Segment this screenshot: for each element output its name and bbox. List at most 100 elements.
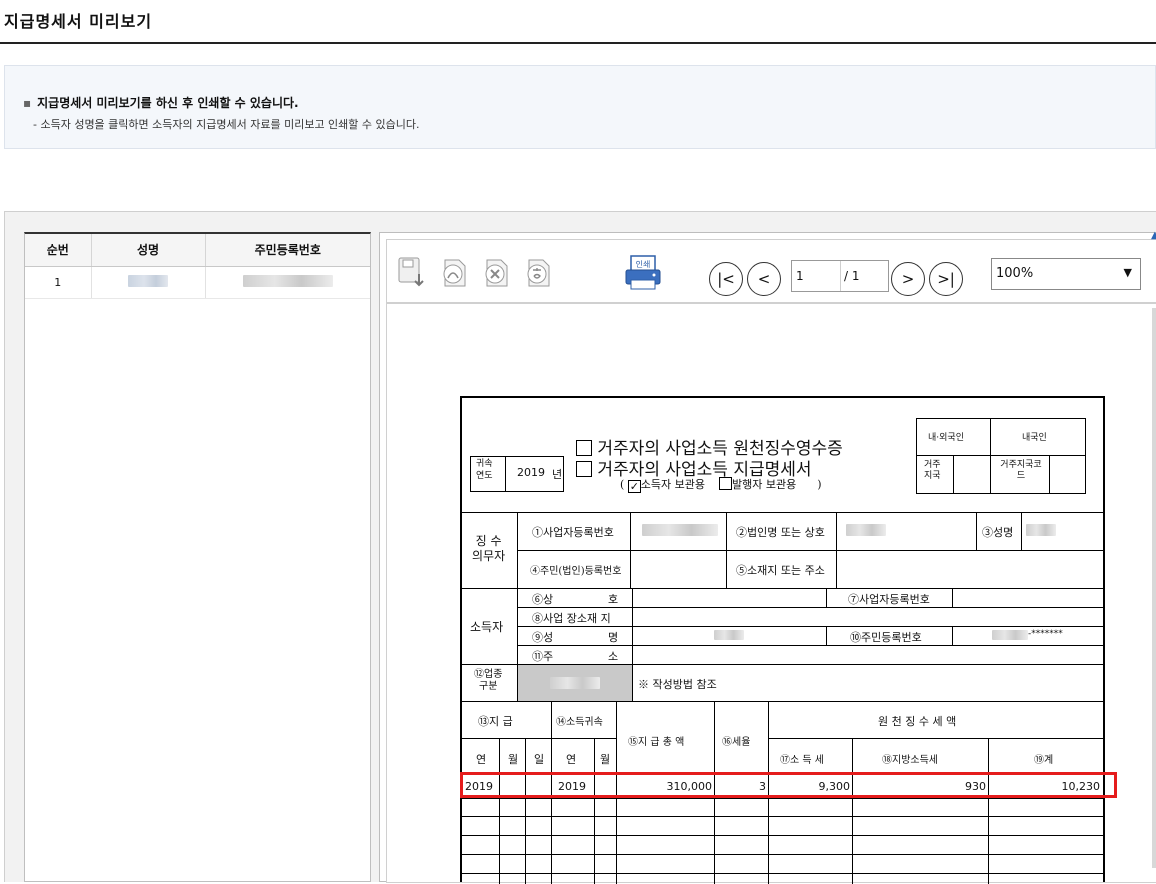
label-pay-date: ⑬지 급 [478, 715, 513, 728]
label-corp-name: ②법인명 또는 상호 [736, 526, 825, 539]
label-income-tax: ⑰소 득 세 [780, 755, 824, 766]
rule [462, 854, 1103, 855]
rule [462, 798, 1103, 799]
cell-no: 1 [25, 266, 92, 299]
vertical-scrollbar[interactable] [1152, 308, 1156, 868]
label-earner-address-a: ⑪주 [532, 650, 554, 663]
label-corp-reg-no: ④주민(법인)등록번호 [530, 566, 622, 577]
payer-group-label: 징 수 의무자 [472, 534, 506, 563]
next-page-button[interactable]: > [891, 262, 925, 296]
rule [517, 512, 518, 588]
label-attr-year: 연 [566, 753, 577, 766]
chevron-down-icon: ▼ [1123, 266, 1132, 279]
rule [726, 512, 727, 588]
biz-type-note: ※ 작성방법 참조 [638, 678, 717, 691]
rule [836, 512, 837, 588]
rule [952, 626, 953, 645]
label-sum: ⑲계 [1034, 755, 1054, 766]
cell-rrn [205, 266, 370, 299]
label-local-tax: ⑱지방소득세 [882, 755, 938, 766]
next-page-label: > [901, 270, 915, 288]
rule [1049, 455, 1050, 494]
masked-earner-name [714, 630, 744, 640]
rule [517, 645, 1103, 646]
zoom-select[interactable]: 100% ▼ [991, 258, 1141, 290]
copy-income-label: 소득자 보관용 [640, 478, 706, 491]
rule [916, 455, 1086, 456]
masked-payer-name [1026, 524, 1056, 536]
label-biz-reg-no: ①사업자등록번호 [532, 526, 614, 539]
label-pay-total: ⑮지 급 총 액 [628, 737, 685, 748]
rule [768, 738, 1103, 739]
year-unit: 년 [552, 468, 563, 481]
rule [988, 738, 989, 884]
rule [1021, 512, 1022, 550]
copy-close: ) [817, 478, 822, 491]
rule [953, 455, 954, 494]
rule [462, 873, 1103, 874]
residence-label: 거주 지국 [924, 460, 941, 481]
page-input[interactable]: 1 / 1 [791, 260, 889, 292]
hwp-icon[interactable] [523, 256, 553, 290]
rule [517, 550, 1103, 551]
first-page-label: |< [717, 270, 735, 288]
save-icon[interactable] [397, 256, 427, 290]
rule [462, 588, 1103, 589]
checkbox-income-copy[interactable]: ✓ [627, 480, 641, 493]
label-pay-day: 일 [534, 753, 545, 766]
earner-table: 순번 성명 주민등록번호 1 [25, 234, 370, 299]
label-earner-address-b: 소 [608, 650, 619, 663]
rule [952, 588, 953, 607]
notice-box: ▪ 지급명세서 미리보기를 하신 후 인쇄할 수 있습니다. - 소득자 성명을 … [4, 65, 1156, 149]
cell-name-link[interactable] [91, 266, 206, 299]
checkbox-receipt[interactable] [576, 440, 592, 456]
rule [990, 418, 991, 494]
rule [852, 738, 853, 884]
rule [632, 664, 633, 701]
notice-sub-text: - 소득자 성명을 클릭하면 소득자의 지급명세서 자료를 미리보고 인쇄할 수… [33, 118, 420, 131]
biz-type-label: ⑫업종 구분 [474, 669, 503, 692]
rule [976, 512, 977, 550]
label-earner-name-a: ⑨성 [532, 631, 554, 644]
rule [462, 701, 1103, 702]
zoom-value: 100% [996, 266, 1034, 281]
checkbox-statement[interactable] [576, 461, 592, 477]
col-header-rrn: 주민등록번호 [205, 234, 370, 267]
rule [594, 738, 595, 884]
payment-statement-form: 귀속 연도 2019 년 거주자의 사업소득 원천징수영수증 거주자의 사업소득… [460, 396, 1105, 884]
label-name: ③성명 [982, 526, 1014, 539]
nationality-value: 내국인 [1022, 433, 1047, 443]
first-page-button[interactable]: |< [709, 262, 743, 296]
page-current: 1 [796, 269, 804, 283]
highlight-row-box [460, 772, 1117, 798]
nationality-label: 내·외국인 [928, 433, 964, 443]
masked-earner-rrn [992, 630, 1028, 640]
table-row[interactable]: 1 [25, 266, 370, 299]
label-pay-month: 월 [508, 753, 519, 766]
earner-rrn-mask: -******* [1028, 629, 1063, 639]
prev-page-button[interactable]: < [747, 262, 781, 296]
col-header-name: 성명 [91, 234, 206, 267]
table-header-row: 순번 성명 주민등록번호 [25, 234, 370, 267]
page-separator [840, 261, 841, 291]
label-tax-rate: ⑯세율 [722, 737, 751, 748]
rule [632, 588, 633, 664]
pdf-icon[interactable] [439, 256, 469, 290]
last-page-button[interactable]: >| [929, 262, 963, 296]
rule [499, 738, 500, 884]
rule [462, 512, 1103, 513]
checkbox-payer-copy[interactable] [719, 477, 733, 490]
label-biz-location: ⑧사업 장소재 지 [532, 612, 611, 625]
label-trade-name-b: 호 [608, 593, 619, 606]
label-trade-name-a: ⑥상 [532, 593, 554, 606]
excel-icon[interactable] [481, 256, 511, 290]
page-total: / 1 [844, 269, 860, 283]
col-header-no: 순번 [25, 234, 92, 267]
label-earner-biz-reg-no: ⑦사업자등록번호 [848, 593, 930, 606]
earner-group-label: 소득자 [470, 620, 504, 634]
rule [462, 816, 1103, 817]
prev-page-label: < [757, 270, 771, 288]
label-withheld: 원 천 징 수 세 액 [878, 715, 957, 728]
rule [505, 456, 506, 492]
print-icon[interactable]: 인쇄 [623, 254, 663, 290]
